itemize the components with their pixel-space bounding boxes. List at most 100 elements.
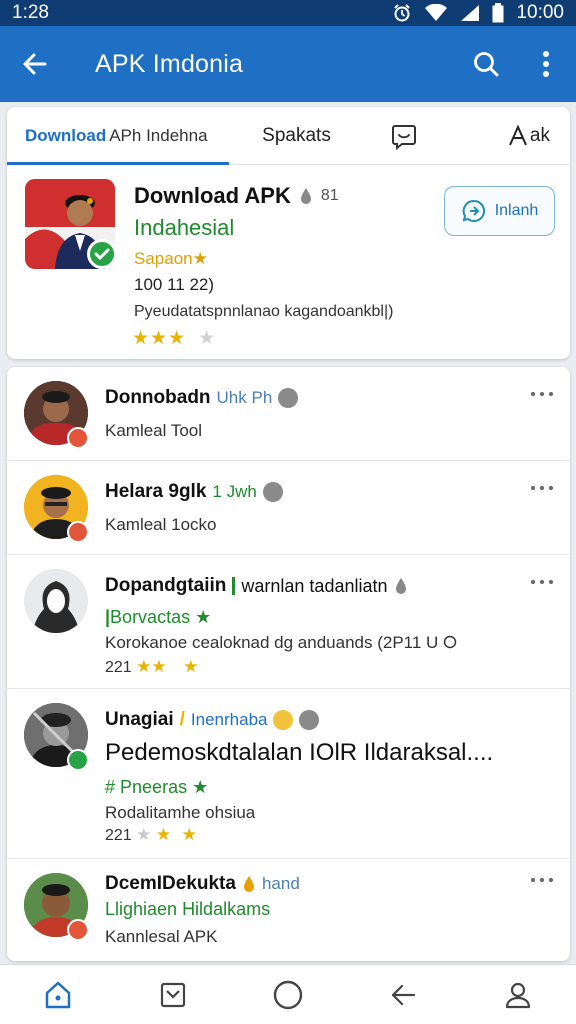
chat-bubble-icon bbox=[462, 199, 485, 222]
tab-spakats-label: Spakats bbox=[262, 125, 331, 146]
row-rating-count: 221 bbox=[105, 659, 132, 676]
row-title: Donnobadn Uhk Ph bbox=[105, 387, 299, 409]
row-tag: 1 Jwh bbox=[212, 482, 257, 501]
tab-download[interactable]: Download APh Indehna bbox=[7, 107, 229, 165]
star-icon: ★★ bbox=[136, 657, 167, 676]
app-title: APK Imdonia bbox=[95, 49, 244, 78]
list-item[interactable]: Donnobadn Uhk Ph Kamleal Tool bbox=[7, 367, 570, 461]
featured-category-text: Sapaon bbox=[134, 249, 193, 268]
home-icon bbox=[45, 981, 70, 1008]
signal-icon bbox=[460, 4, 480, 22]
row-subtitle: Kamleal 1ocko bbox=[105, 515, 217, 534]
avatar bbox=[24, 569, 88, 633]
status-bar: 1:28 10:00 bbox=[0, 0, 576, 26]
drop-icon bbox=[300, 188, 311, 204]
divider-mark bbox=[232, 577, 236, 595]
featured-subtitle: Indahesial bbox=[134, 215, 235, 240]
star-empty-icon: ★ bbox=[198, 328, 217, 349]
featured-app[interactable]: Download APK 81 Indahesial Sapaon★ 100 1… bbox=[7, 165, 570, 359]
row-green-text: Borvactas bbox=[110, 607, 191, 627]
more-icon[interactable] bbox=[531, 875, 553, 885]
chat-icon bbox=[392, 125, 416, 150]
featured-category: Sapaon★ bbox=[134, 249, 208, 269]
badge-icon bbox=[67, 919, 89, 941]
app-bar: APK Imdonia bbox=[0, 26, 576, 102]
tab-ak-label: ak bbox=[529, 125, 550, 146]
drop-icon bbox=[395, 578, 406, 594]
star-empty-icon: ★ bbox=[136, 825, 152, 844]
search-icon bbox=[474, 52, 499, 77]
row-title-text: Donnobadn bbox=[105, 387, 211, 408]
row-tag: hand bbox=[261, 874, 300, 893]
star-icon: ★★★ bbox=[132, 328, 187, 349]
tab-ak[interactable]: ak bbox=[444, 107, 570, 165]
row-green-label: Llighiaen Hildalkams bbox=[105, 899, 271, 919]
more-icon[interactable] bbox=[531, 389, 553, 399]
list-item[interactable]: Dopandgtaiin warnlan tadanliatn |Borvact… bbox=[7, 555, 570, 689]
more-icon[interactable] bbox=[531, 483, 553, 493]
row-title: Dopandgtaiin warnlan tadanliatn bbox=[105, 575, 408, 597]
featured-description: Pyeudatatspnnlanao kagandoankbl|) bbox=[134, 303, 394, 320]
sparkle-icon: ★ bbox=[195, 607, 212, 627]
row-subtitle: Kannlesal APK bbox=[105, 927, 218, 946]
tab-download-sub: APh Indehna bbox=[109, 126, 208, 145]
badge-icon bbox=[67, 427, 89, 449]
profile-icon bbox=[506, 982, 531, 1008]
back-button[interactable] bbox=[0, 26, 70, 102]
arrow-left-icon bbox=[23, 53, 47, 75]
row-title: DcemIDekukta hand bbox=[105, 873, 300, 895]
featured-action-label: Inlanh bbox=[494, 202, 539, 219]
search-button[interactable] bbox=[456, 26, 516, 102]
nav-inbox-button[interactable] bbox=[143, 965, 203, 1024]
verified-icon bbox=[278, 388, 299, 408]
featured-title-extra: 81 bbox=[320, 187, 339, 204]
row-title-text: Dopandgtaiin bbox=[105, 575, 227, 596]
battery-icon bbox=[492, 3, 504, 23]
row-rating: 221 ★★ ★ bbox=[105, 657, 198, 677]
sparkle-icon: ★ bbox=[192, 777, 209, 797]
row-headline: Pedemoskdtalalan IOlR Ildaraksal.... bbox=[105, 739, 494, 766]
tab-chat[interactable] bbox=[364, 107, 444, 165]
tab-spakats[interactable]: Spakats bbox=[229, 107, 364, 165]
status-time: 1:28 bbox=[12, 2, 49, 23]
row-subtitle-text: Korokanoe cealoknad dg anduands (2P11 U bbox=[105, 633, 439, 652]
row-subtitle: Kamleal Tool bbox=[105, 421, 203, 440]
wifi-icon bbox=[424, 4, 448, 22]
tab-download-label: Download bbox=[25, 126, 107, 145]
back-icon bbox=[392, 984, 416, 1005]
verified-icon bbox=[299, 710, 320, 730]
nav-home-button[interactable] bbox=[28, 965, 88, 1024]
featured-rating: ★★★ ★ bbox=[132, 327, 216, 350]
more-icon[interactable] bbox=[531, 577, 553, 587]
featured-action-button[interactable]: Inlanh bbox=[444, 186, 555, 236]
badge-icon bbox=[67, 521, 89, 543]
list-item[interactable]: Unagiai / Inenrhaba Pedemoskdtalalan IOl… bbox=[7, 689, 570, 859]
circle-icon bbox=[273, 980, 303, 1009]
row-tag: Inenrhaba bbox=[190, 710, 268, 729]
featured-size: 100 11 22) bbox=[134, 275, 215, 294]
hash-icon: # bbox=[105, 777, 116, 797]
nav-circle-button[interactable] bbox=[258, 965, 318, 1024]
row-title-text: Helara 9glk bbox=[105, 481, 207, 502]
row-title-text: DcemIDekukta bbox=[105, 873, 236, 894]
star-icon: ★ bbox=[181, 825, 197, 844]
slash-mark: / bbox=[179, 709, 185, 730]
nav-back-button[interactable] bbox=[373, 965, 433, 1024]
featured-card: Download APh Indehna Spakats ak Download… bbox=[7, 107, 570, 359]
row-green-label: |Borvactas ★ bbox=[105, 607, 211, 628]
tab-bar: Download APh Indehna Spakats ak bbox=[7, 107, 570, 165]
font-a-icon bbox=[509, 125, 527, 146]
list-item[interactable]: DcemIDekukta hand Llighiaen Hildalkams K… bbox=[7, 859, 570, 961]
app-list: Donnobadn Uhk Ph Kamleal Tool Helara 9gl… bbox=[7, 367, 570, 961]
verified-icon bbox=[262, 482, 283, 502]
overflow-menu-button[interactable] bbox=[516, 26, 576, 102]
list-item[interactable]: Helara 9glk 1 Jwh Kamleal 1ocko bbox=[7, 461, 570, 555]
nav-profile-button[interactable] bbox=[488, 965, 548, 1024]
row-title: Unagiai / Inenrhaba bbox=[105, 709, 320, 731]
star-icon: ★ bbox=[183, 657, 199, 676]
row-subtitle: Rodalitamhe ohsiua bbox=[105, 803, 256, 822]
star-icon: ★ bbox=[155, 825, 172, 844]
more-vert-icon bbox=[543, 51, 549, 77]
featured-title-text: Download APK bbox=[134, 183, 291, 208]
row-tag: Uhk Ph bbox=[216, 388, 273, 407]
